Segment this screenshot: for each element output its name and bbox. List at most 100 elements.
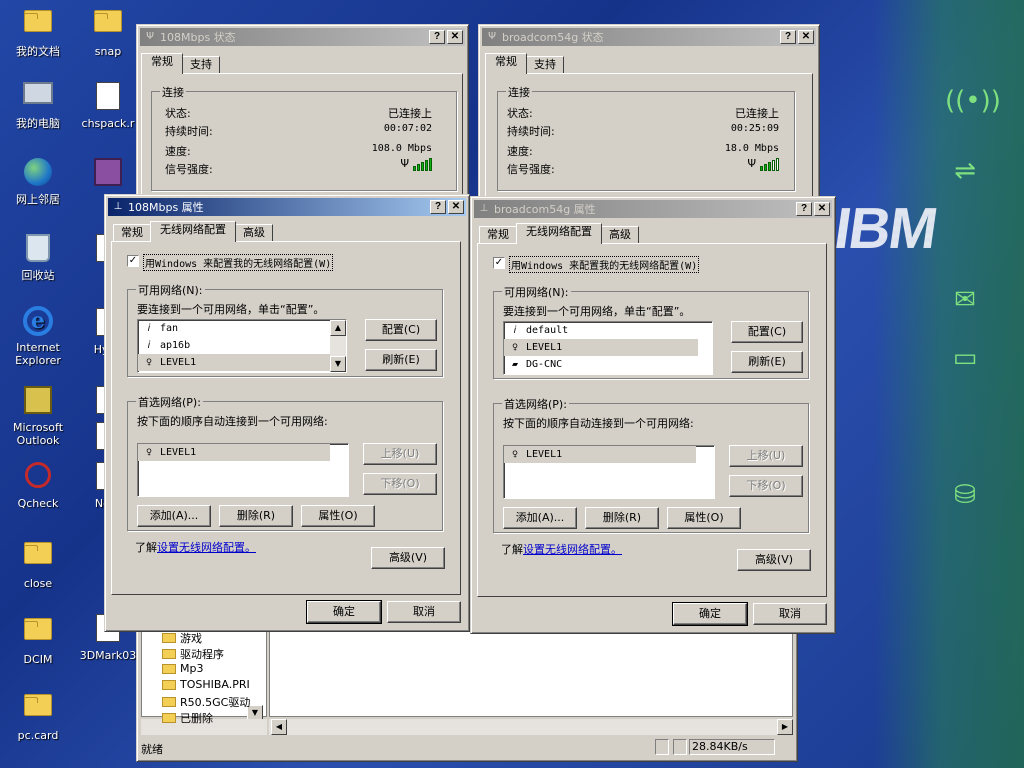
tree-folder-item[interactable]: 已删除 <box>162 710 213 726</box>
tab-advanced[interactable]: 高级 <box>601 226 639 244</box>
tab-wireless-networks[interactable]: 无线网络配置 <box>516 223 602 244</box>
scroll-right-arrow[interactable]: ▶ <box>777 719 793 735</box>
network-list-item[interactable]: ♀ LEVEL1 <box>504 339 698 356</box>
tab-support[interactable]: 支持 <box>526 56 564 74</box>
wireless-setup-link[interactable]: 设置无线网络配置。 <box>157 541 256 554</box>
tab-general[interactable]: 常规 <box>141 53 183 74</box>
desktop-icon[interactable]: Qcheck <box>0 460 76 510</box>
title-bar[interactable]: ⊥ broadcom54g 属性 ? ✕ <box>474 200 832 218</box>
cancel-button[interactable]: 取消 <box>753 603 827 625</box>
network-properties-button[interactable]: 属性(O) <box>301 505 375 527</box>
tab-advanced[interactable]: 高级 <box>235 224 273 242</box>
desktop-icon[interactable]: 回收站 <box>0 232 76 282</box>
desktop-icon[interactable]: 网上邻居 <box>0 156 76 206</box>
battery-icon[interactable]: ▭ <box>945 343 985 373</box>
tab-wireless-networks[interactable]: 无线网络配置 <box>150 221 236 242</box>
tree-folder-item[interactable]: 游戏 <box>162 630 202 646</box>
network-list-item[interactable]: ♀ LEVEL1 <box>504 446 696 463</box>
folder-icon <box>91 10 125 42</box>
scrollbar-track[interactable] <box>330 336 346 356</box>
help-button[interactable]: ? <box>780 30 796 44</box>
folder-icon <box>162 697 176 707</box>
move-up-button[interactable]: 上移(U) <box>363 443 437 465</box>
tab-general[interactable]: 常规 <box>485 53 527 74</box>
tree-folder-item[interactable]: 驱动程序 <box>162 646 224 662</box>
network-list-item[interactable]: ♀ LEVEL1 <box>138 354 330 371</box>
ok-button[interactable]: 确定 <box>672 602 748 626</box>
desktop-icon[interactable]: snap <box>76 4 140 58</box>
disk-icon[interactable]: ⛁ <box>945 480 985 510</box>
title-bar[interactable]: Ψ broadcom54g 状态 ? ✕ <box>482 28 816 46</box>
network-list-item[interactable]: ▰ DG-CNC <box>504 356 698 373</box>
add-network-button[interactable]: 添加(A)... <box>137 505 211 527</box>
network-switch-icon[interactable]: ⇌ <box>945 156 985 186</box>
tree-folder-item[interactable]: TOSHIBA.PRI <box>162 678 250 691</box>
network-list-item[interactable]: 𝑖 default <box>504 322 698 339</box>
scroll-left-arrow[interactable]: ◀ <box>271 719 287 735</box>
network-list-item[interactable]: ♀ LEVEL1 <box>138 444 330 461</box>
configure-button[interactable]: 配置(C) <box>365 319 437 341</box>
help-button[interactable]: ? <box>429 30 445 44</box>
properties-window-broadcom[interactable]: ⊥ broadcom54g 属性 ? ✕ 常规 无线网络配置 高级 ✓ 用Win… <box>470 196 836 634</box>
refresh-button[interactable]: 刷新(E) <box>365 349 437 371</box>
scroll-down-arrow[interactable]: ▼ <box>330 356 346 372</box>
status-window-broadcom[interactable]: Ψ broadcom54g 状态 ? ✕ 常规 支持 连接 状态: 已连接上 持续时… <box>478 24 820 200</box>
preferred-networks-list[interactable]: ♀ LEVEL1 <box>503 445 715 499</box>
available-networks-list[interactable]: 𝑖 fan 𝑖 ap16b ♀ LEVEL1 ▲ ▼ <box>137 319 347 373</box>
desktop-icon[interactable]: 我的电脑 <box>0 80 76 130</box>
recycle-bin-icon <box>21 234 55 266</box>
my-computer-icon <box>21 82 55 114</box>
move-down-button[interactable]: 下移(O) <box>729 475 803 497</box>
refresh-button[interactable]: 刷新(E) <box>731 351 803 373</box>
desktop-icon[interactable]: DCIM <box>0 612 76 666</box>
remove-network-button[interactable]: 删除(R) <box>585 507 659 529</box>
desktop-icon-label: 3DMark03 <box>79 649 137 662</box>
properties-window-108mbps[interactable]: ⊥ 108Mbps 属性 ? ✕ 常规 无线网络配置 高级 ✓ 用Windows… <box>104 194 470 632</box>
close-button[interactable]: ✕ <box>798 30 814 44</box>
advanced-button[interactable]: 高级(V) <box>737 549 811 571</box>
available-networks-list[interactable]: 𝑖 default ♀ LEVEL1 ▰ DG-CNC <box>503 321 713 375</box>
status-window-108mbps[interactable]: Ψ 108Mbps 状态 ? ✕ 常规 支持 连接 状态: 已连接上 持续时间: 00… <box>136 24 469 200</box>
wireless-setup-link[interactable]: 设置无线网络配置。 <box>523 543 622 556</box>
title-bar[interactable]: ⊥ 108Mbps 属性 ? ✕ <box>108 198 466 216</box>
ok-button[interactable]: 确定 <box>306 600 382 624</box>
network-name: LEVEL1 <box>526 342 563 353</box>
file-hscrollbar[interactable] <box>269 719 793 735</box>
wireless-icon[interactable]: ((•)) <box>945 86 1001 116</box>
use-windows-checkbox[interactable]: ✓ <box>127 255 139 267</box>
network-list-item[interactable]: 𝑖 fan <box>138 320 330 337</box>
folder-icon <box>21 618 55 650</box>
scroll-up-arrow[interactable]: ▲ <box>330 320 346 336</box>
desktop-icon[interactable]: pc.card <box>0 688 76 742</box>
preferred-networks-list[interactable]: ♀ LEVEL1 <box>137 443 349 497</box>
configure-button[interactable]: 配置(C) <box>731 321 803 343</box>
title-bar[interactable]: Ψ 108Mbps 状态 ? ✕ <box>140 28 465 46</box>
desktop-icon[interactable]: close <box>0 536 76 590</box>
desktop-icon[interactable]: Microsoft Outlook <box>0 384 76 447</box>
status-row-value: 已连接上 <box>388 107 432 120</box>
desktop-icon[interactable]: 我的文档 <box>0 4 76 58</box>
use-windows-checkbox[interactable]: ✓ <box>493 257 505 269</box>
tab-support[interactable]: 支持 <box>182 56 220 74</box>
move-up-button[interactable]: 上移(U) <box>729 445 803 467</box>
close-button[interactable]: ✕ <box>814 202 830 216</box>
close-button[interactable]: ✕ <box>447 30 463 44</box>
tab-general[interactable]: 常规 <box>479 226 517 244</box>
tree-folder-item[interactable]: R50.5GC驱动 <box>162 694 250 710</box>
add-network-button[interactable]: 添加(A)... <box>503 507 577 529</box>
move-down-button[interactable]: 下移(O) <box>363 473 437 495</box>
desktop-icon[interactable]: e Internet Explorer <box>0 306 76 367</box>
help-button[interactable]: ? <box>796 202 812 216</box>
mail-icon[interactable]: ✉ <box>945 285 985 315</box>
desktop-icon[interactable]: chspack.r <box>76 80 140 130</box>
cancel-button[interactable]: 取消 <box>387 601 461 623</box>
advanced-button[interactable]: 高级(V) <box>371 547 445 569</box>
help-button[interactable]: ? <box>430 200 446 214</box>
network-list-item[interactable]: 𝑖 ap16b <box>138 337 330 354</box>
tab-general[interactable]: 常规 <box>113 224 151 242</box>
tree-folder-item[interactable]: Mp3 <box>162 662 203 675</box>
tree-item-label: 驱动程序 <box>180 648 224 661</box>
close-button[interactable]: ✕ <box>448 200 464 214</box>
remove-network-button[interactable]: 删除(R) <box>219 505 293 527</box>
network-properties-button[interactable]: 属性(O) <box>667 507 741 529</box>
